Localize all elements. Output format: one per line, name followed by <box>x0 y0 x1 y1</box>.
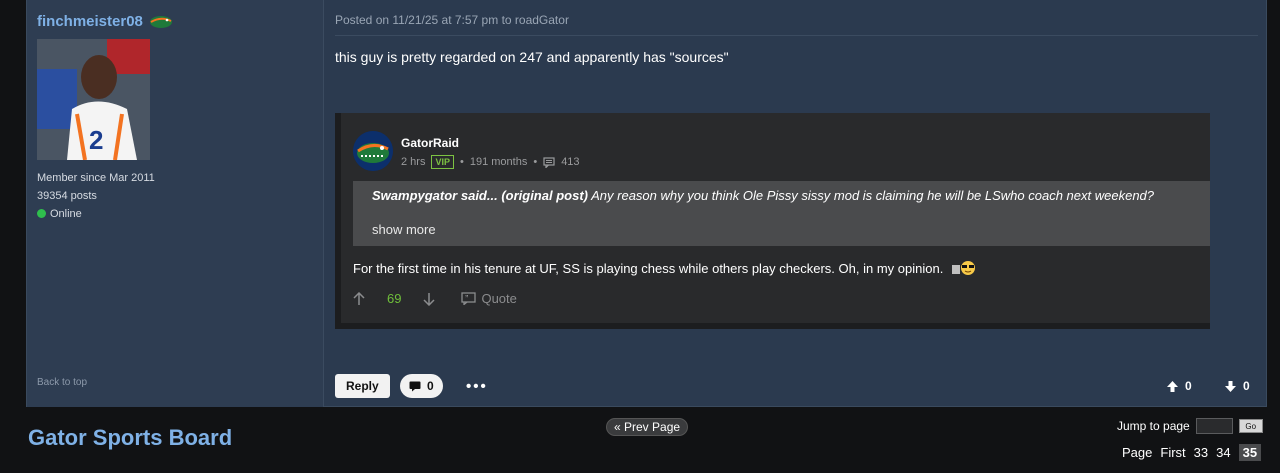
jump-to-page: Jump to page Go <box>1117 418 1263 434</box>
quote-icon: ” <box>461 292 477 305</box>
page-label: Page <box>1122 445 1153 460</box>
embed-tenure: 191 months <box>469 156 528 168</box>
comment-button[interactable]: 0 <box>400 374 443 398</box>
emoji-cool-icon <box>952 261 976 275</box>
original-post-body: Any reason why you think Ole Pissy sissy… <box>591 188 1155 203</box>
embed-vote-count: 69 <box>387 291 402 306</box>
author-panel: finchmeister08 2 Member since Mar 2011 3… <box>27 0 324 407</box>
quote-button[interactable]: ” Quote <box>461 291 517 306</box>
upvote-arrow-icon[interactable] <box>353 291 365 306</box>
page-link-34[interactable]: 34 <box>1216 445 1230 460</box>
gator-logo-icon <box>353 131 393 171</box>
gator-badge-icon <box>149 15 172 28</box>
comment-count: 0 <box>427 379 434 393</box>
prev-page-button[interactable]: « Prev Page <box>606 418 689 436</box>
post-count: 39354 posts <box>37 190 97 202</box>
original-post-text: Swampygator said... (original post) Any … <box>372 188 1202 203</box>
jump-page-input[interactable] <box>1195 418 1233 434</box>
vip-badge: VIP <box>431 155 454 169</box>
avatar-image: 2 <box>37 39 150 160</box>
separator-dot: • <box>459 156 464 168</box>
embed-author[interactable]: GatorRaid <box>401 136 459 150</box>
downvote-button[interactable]: 0 <box>1224 379 1250 393</box>
embed-post-count: 413 <box>561 156 580 168</box>
embed-age: 2 hrs <box>401 156 426 168</box>
original-post-quote: Swampygator said... (original post) Any … <box>353 181 1210 246</box>
post-text: this guy is pretty regarded on 247 and a… <box>335 49 729 65</box>
current-page: 35 <box>1238 444 1262 461</box>
page-link-33[interactable]: 33 <box>1194 445 1208 460</box>
avatar[interactable]: 2 <box>37 39 150 160</box>
online-label: Online <box>50 208 82 220</box>
comment-icon <box>409 381 421 391</box>
upvote-count: 0 <box>1185 379 1192 393</box>
downvote-icon <box>1225 380 1236 392</box>
go-button[interactable]: Go <box>1238 419 1263 433</box>
more-options-button[interactable]: ••• <box>466 378 488 395</box>
embed-reply: For the first time in his tenure at UF, … <box>353 260 977 276</box>
post-header: Posted on 11/21/25 at 7:57 pm to roadGat… <box>335 13 569 27</box>
separator-dot: • <box>533 156 538 168</box>
embedded-post: GatorRaid 2 hrs VIP • 191 months • 413 S… <box>335 113 1210 329</box>
reply-button[interactable]: Reply <box>335 374 390 398</box>
downvote-count: 0 <box>1243 379 1250 393</box>
page: finchmeister08 2 Member since Mar 2011 3… <box>0 0 1280 473</box>
username-link[interactable]: finchmeister08 <box>37 13 173 30</box>
svg-text:”: ” <box>465 295 469 302</box>
original-post-label[interactable]: Swampygator said... (original post) <box>372 188 588 203</box>
first-page-link[interactable]: First <box>1160 445 1185 460</box>
back-to-top-link[interactable]: Back to top <box>37 377 87 388</box>
embed-actions: 69 ” Quote <box>353 291 517 306</box>
forum-post: finchmeister08 2 Member since Mar 2011 3… <box>26 0 1267 407</box>
upvote-icon <box>1167 380 1178 392</box>
jump-label: Jump to page <box>1117 419 1190 433</box>
quote-label: Quote <box>481 291 517 306</box>
show-more-link[interactable]: show more <box>372 222 436 237</box>
gatorraid-avatar[interactable] <box>353 131 393 171</box>
online-status: Online <box>37 208 82 220</box>
post-body: Posted on 11/21/25 at 7:57 pm to roadGat… <box>325 0 1268 407</box>
embed-meta: 2 hrs VIP • 191 months • 413 <box>401 155 580 169</box>
pagination: Page First 33 34 35 <box>1122 444 1262 461</box>
downvote-arrow-icon[interactable] <box>423 292 435 306</box>
upvote-button[interactable]: 0 <box>1166 379 1192 393</box>
embed-reply-text: For the first time in his tenure at UF, … <box>353 260 944 276</box>
svg-text:2: 2 <box>89 125 103 155</box>
site-title[interactable]: Gator Sports Board <box>28 425 232 451</box>
header-divider <box>335 35 1258 36</box>
member-since: Member since Mar 2011 <box>37 172 155 184</box>
comment-count-icon <box>543 156 555 168</box>
online-indicator-icon <box>37 209 46 218</box>
username[interactable]: finchmeister08 <box>37 13 143 30</box>
